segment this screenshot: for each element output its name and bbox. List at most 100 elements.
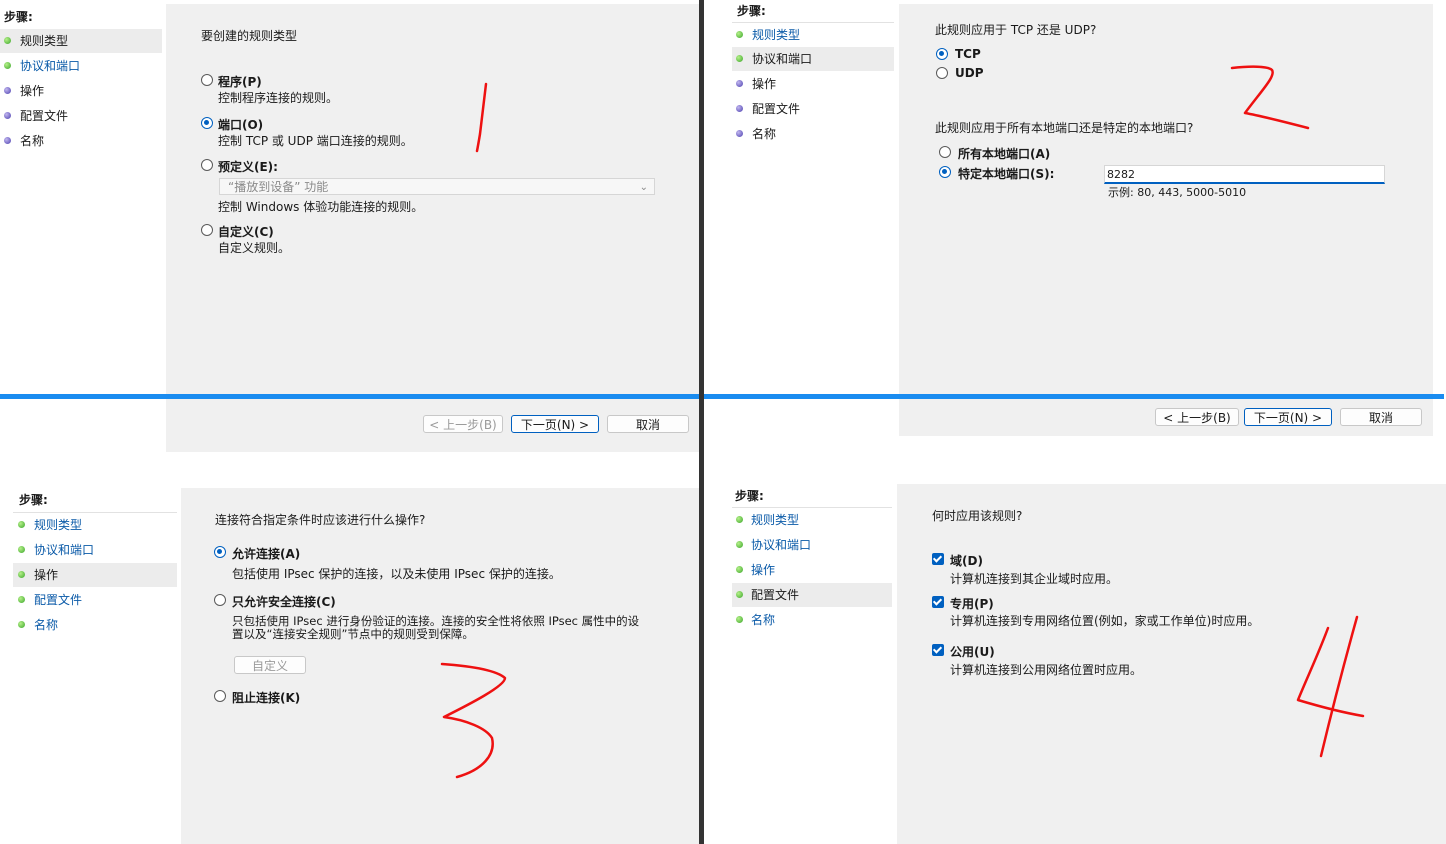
option-predefined-label[interactable]: 预定义(E): [218, 158, 278, 175]
option-port-label[interactable]: 端口(O) [218, 116, 263, 133]
checkbox-public[interactable] [932, 644, 944, 656]
step-action[interactable]: 操作 [0, 79, 162, 103]
profile-domain-label[interactable]: 域(D) [950, 552, 983, 569]
step-status-icon [736, 541, 743, 548]
step-protocol-port[interactable]: 协议和端口 [732, 533, 892, 557]
cancel-button[interactable]: 取消 [607, 415, 689, 433]
step-label: 名称 [752, 127, 777, 141]
step-label: 名称 [751, 613, 776, 627]
step-label: 规则类型 [751, 513, 800, 527]
next-button[interactable]: 下一页(N) > [511, 415, 599, 433]
step-name[interactable]: 名称 [13, 613, 177, 637]
radio-allow[interactable] [214, 546, 226, 558]
step-profile[interactable]: 配置文件 [732, 97, 894, 121]
radio-program[interactable] [201, 74, 213, 86]
option-block-label[interactable]: 阻止连接(K) [232, 689, 300, 706]
option-allow-secure-desc-2: 置以及“连接安全规则”节点中的规则受到保障。 [232, 627, 474, 641]
step-protocol-port[interactable]: 协议和端口 [13, 538, 177, 562]
port-example: 示例: 80, 443, 5000-5010 [1108, 186, 1247, 199]
radio-allow-secure[interactable] [214, 594, 226, 606]
radio-specific-ports[interactable] [939, 166, 951, 178]
option-tcp-label[interactable]: TCP [955, 47, 981, 61]
port-input[interactable]: 8282 [1104, 165, 1385, 184]
step-status-icon [736, 591, 743, 598]
predefined-dropdown[interactable]: “播放到设备” 功能 ⌄ [219, 178, 655, 195]
steps-title: 步骤: [735, 489, 764, 503]
step-name[interactable]: 名称 [732, 122, 894, 146]
step-protocol-port[interactable]: 协议和端口 [0, 54, 162, 78]
step-action[interactable]: 操作 [732, 72, 894, 96]
option-port-desc: 控制 TCP 或 UDP 端口连接的规则。 [218, 134, 413, 148]
step-status-icon [18, 521, 25, 528]
profile-public-label[interactable]: 公用(U) [950, 643, 995, 660]
step-status-icon [736, 516, 743, 523]
option-udp-label[interactable]: UDP [955, 66, 984, 80]
step-label: 配置文件 [752, 102, 801, 116]
option-program-label[interactable]: 程序(P) [218, 73, 262, 90]
step-profile[interactable]: 配置文件 [0, 104, 162, 128]
radio-custom[interactable] [201, 224, 213, 236]
option-specific-ports-label[interactable]: 特定本地端口(S): [958, 165, 1054, 182]
radio-tcp[interactable] [936, 48, 948, 60]
option-allow-secure-label[interactable]: 只允许安全连接(C) [232, 593, 336, 610]
step-status-icon [18, 621, 25, 628]
radio-all-ports[interactable] [939, 146, 951, 158]
horizontal-divider [0, 394, 1444, 399]
step-action[interactable]: 操作 [13, 563, 177, 587]
question-text: 要创建的规则类型 [201, 29, 298, 43]
option-all-ports-label[interactable]: 所有本地端口(A) [958, 145, 1050, 162]
next-button[interactable]: 下一页(N) > [1244, 408, 1332, 426]
option-custom-label[interactable]: 自定义(C) [218, 223, 274, 240]
back-button[interactable]: < 上一步(B) [1155, 408, 1239, 426]
panel-profile: 步骤: 规则类型 协议和端口 操作 配置文件 名称 何时应用该规则? 域(D) … [722, 480, 1446, 844]
step-label: 规则类型 [34, 518, 83, 532]
step-label: 配置文件 [751, 588, 800, 602]
back-button[interactable]: < 上一步(B) [423, 415, 503, 433]
steps-sidebar: 步骤: 规则类型 协议和端口 操作 配置文件 名称 [0, 0, 164, 452]
customize-button[interactable]: 自定义 [234, 656, 306, 674]
step-status-icon [736, 80, 743, 87]
step-profile[interactable]: 配置文件 [732, 583, 892, 607]
steps-title: 步骤: [737, 4, 766, 18]
step-label: 协议和端口 [34, 543, 95, 557]
step-label: 配置文件 [20, 109, 69, 123]
question-ports: 此规则应用于所有本地端口还是特定的本地端口? [935, 121, 1194, 135]
checkbox-domain[interactable] [932, 553, 944, 565]
question-text: 何时应用该规则? [932, 509, 1023, 523]
profile-private-label[interactable]: 专用(P) [950, 595, 994, 612]
panel-action: 步骤: 规则类型 协议和端口 操作 配置文件 名称 连接符合指定条件时应该进行什… [0, 480, 700, 844]
question-text: 连接符合指定条件时应该进行什么操作? [215, 513, 426, 527]
step-rule-type[interactable]: 规则类型 [13, 512, 177, 537]
predefined-dropdown-value: “播放到设备” 功能 [228, 180, 329, 194]
step-name[interactable]: 名称 [0, 129, 162, 153]
protocol-port-content: 此规则应用于 TCP 还是 UDP? TCP UDP 此规则应用于所有本地端口还… [899, 4, 1433, 436]
radio-port[interactable] [201, 117, 213, 129]
radio-udp[interactable] [936, 67, 948, 79]
checkbox-private[interactable] [932, 596, 944, 608]
option-allow-desc: 包括使用 IPsec 保护的连接，以及未使用 IPsec 保护的连接。 [232, 567, 561, 581]
option-predefined-desc: 控制 Windows 体验功能连接的规则。 [218, 200, 424, 214]
radio-predefined[interactable] [201, 159, 213, 171]
step-action[interactable]: 操作 [732, 558, 892, 582]
profile-private-desc: 计算机连接到专用网络位置(例如，家或工作单位)时应用。 [950, 614, 1260, 628]
steps-sidebar: 步骤: 规则类型 协议和端口 操作 配置文件 名称 [722, 480, 896, 844]
step-rule-type[interactable]: 规则类型 [0, 29, 162, 53]
step-status-icon [4, 112, 11, 119]
step-status-icon [736, 105, 743, 112]
steps-sidebar: 步骤: 规则类型 协议和端口 操作 配置文件 名称 [13, 480, 179, 844]
profile-domain-desc: 计算机连接到其企业域时应用。 [950, 572, 1119, 586]
step-label: 配置文件 [34, 593, 83, 607]
step-label: 操作 [752, 77, 777, 91]
profile-public-desc: 计算机连接到公用网络位置时应用。 [950, 663, 1143, 677]
step-rule-type[interactable]: 规则类型 [732, 507, 892, 532]
step-name[interactable]: 名称 [732, 608, 892, 632]
panel-protocol-port: 步骤: 规则类型 协议和端口 操作 配置文件 名称 此规则应用于 TCP 还是 … [705, 0, 1446, 440]
option-allow-label[interactable]: 允许连接(A) [232, 545, 300, 562]
step-rule-type[interactable]: 规则类型 [732, 22, 894, 47]
step-protocol-port[interactable]: 协议和端口 [732, 47, 894, 71]
steps-title: 步骤: [19, 493, 48, 507]
radio-block[interactable] [214, 690, 226, 702]
step-status-icon [4, 37, 11, 44]
step-profile[interactable]: 配置文件 [13, 588, 177, 612]
cancel-button[interactable]: 取消 [1340, 408, 1422, 426]
